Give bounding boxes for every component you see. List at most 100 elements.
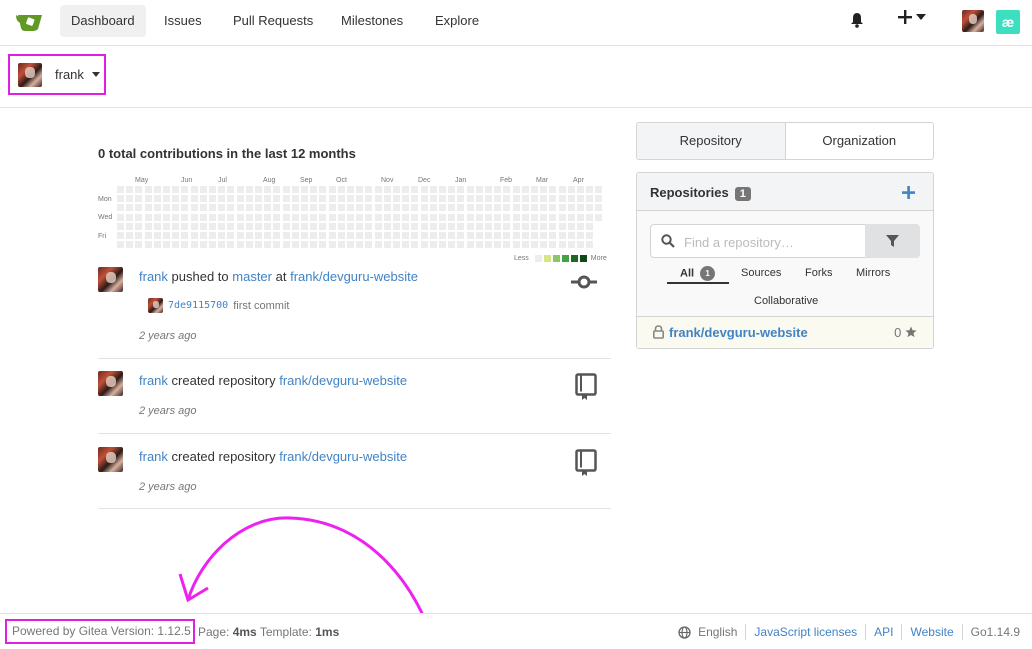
heatmap-cell [190, 186, 198, 193]
tab-organization[interactable]: Organization [786, 123, 934, 159]
feed-user-link[interactable]: frank [139, 373, 168, 388]
feed-user-link[interactable]: frank [139, 449, 168, 464]
heatmap-cell [199, 222, 207, 230]
context-switcher[interactable]: frank [8, 54, 106, 95]
filter-tab-mirrors[interactable]: Mirrors [856, 267, 890, 279]
divider [98, 433, 611, 434]
heatmap-cell [448, 232, 456, 239]
heatmap-cell [163, 222, 170, 230]
powered-by-text: Powered by Gitea Version: 1.12.5 [5, 619, 195, 644]
repos-title: Repositories [650, 185, 729, 200]
nav-explore[interactable]: Explore [424, 5, 490, 37]
heatmap-cell [153, 204, 161, 212]
heatmap-cell [236, 232, 244, 239]
heatmap-month: Feb [500, 177, 513, 184]
heatmap-cell [586, 195, 594, 203]
nav-issues[interactable]: Issues [153, 5, 213, 37]
avatar[interactable] [98, 267, 123, 292]
heatmap-cell [135, 232, 143, 239]
heatmap-cell [153, 195, 161, 203]
feed-at: at [275, 269, 287, 284]
heatmap-cell [577, 204, 584, 212]
heatmap-cell [126, 186, 134, 193]
gitea-logo-icon[interactable] [16, 10, 44, 32]
api-link[interactable]: API [874, 625, 893, 639]
website-link[interactable]: Website [910, 625, 953, 639]
filter-tab-forks[interactable]: Forks [805, 267, 833, 279]
heatmap-cell [374, 213, 382, 221]
js-licenses-link[interactable]: JavaScript licenses [754, 625, 857, 639]
heatmap-cell [218, 204, 226, 212]
heatmap-cell [586, 241, 594, 249]
heatmap-cell [374, 186, 382, 193]
nav-dashboard[interactable]: Dashboard [60, 5, 146, 37]
repo-link[interactable]: frank/devguru-website [669, 325, 808, 340]
heatmap-cell [475, 241, 483, 249]
feed-repo-link[interactable]: frank/devguru-website [279, 373, 407, 388]
heatmap-day: Mon [98, 196, 112, 203]
feed-repo-link[interactable]: frank/devguru-website [279, 449, 407, 464]
avatar[interactable] [98, 371, 123, 396]
tab-repository[interactable]: Repository [637, 123, 786, 159]
heatmap-cell [567, 232, 575, 239]
heatmap-cell [126, 204, 134, 212]
heatmap-cell [549, 213, 557, 221]
filter-tab-all[interactable]: All 1 [680, 266, 716, 281]
heatmap-cell [466, 213, 474, 221]
repo-search-input[interactable]: Find a repository… [650, 224, 866, 258]
heatmap-cell [374, 232, 382, 239]
nav-milestones[interactable]: Milestones [330, 5, 414, 37]
heatmap-cell [531, 241, 538, 249]
heatmap-cell [439, 186, 446, 193]
heatmap-cell [429, 204, 437, 212]
heatmap-cell [172, 186, 180, 193]
filter-tab-collaborative[interactable]: Collaborative [754, 295, 818, 307]
heatmap-cell [236, 241, 244, 249]
feed-branch-link[interactable]: master [232, 269, 272, 284]
heatmap-cell [264, 222, 272, 230]
heatmap-cell [301, 204, 308, 212]
avatar [148, 298, 163, 313]
create-menu[interactable] [898, 10, 926, 24]
heatmap-cell [494, 186, 502, 193]
add-repo-button[interactable] [902, 186, 915, 199]
language-menu[interactable]: English [678, 625, 737, 639]
avatar[interactable] [98, 447, 123, 472]
heatmap-cell [411, 186, 419, 193]
heatmap-cell [512, 186, 520, 193]
feed-repo-link[interactable]: frank/devguru-website [290, 269, 418, 284]
heatmap-legend: Less More [514, 255, 607, 262]
heatmap-cell [172, 232, 180, 239]
heatmap-cell [273, 195, 281, 203]
heatmap-cell [163, 195, 170, 203]
heatmap-cell [457, 241, 465, 249]
heatmap-cell [163, 232, 170, 239]
feed-user-link[interactable]: frank [139, 269, 168, 284]
heatmap-cell [301, 222, 308, 230]
filter-tab-sources[interactable]: Sources [741, 267, 781, 279]
heatmap-cell [291, 186, 299, 193]
app-icon[interactable]: æ [996, 10, 1020, 34]
heatmap-cell [126, 232, 134, 239]
heatmap-cell [347, 204, 354, 212]
repo-list-item[interactable]: frank/devguru-website 0 [637, 317, 933, 348]
filter-button[interactable] [865, 224, 920, 258]
heatmap-cell [393, 222, 400, 230]
bell-icon[interactable] [850, 12, 864, 28]
heatmap-cell [199, 241, 207, 249]
heatmap-cell [402, 241, 410, 249]
commit-sha-link[interactable]: 7de9115700 [168, 300, 228, 311]
commit-entry: 7de9115700 first commit [148, 298, 289, 313]
heatmap-cell [245, 232, 253, 239]
nav-pull-requests[interactable]: Pull Requests [222, 5, 324, 37]
heatmap-cell [181, 222, 189, 230]
user-avatar[interactable] [962, 10, 984, 32]
heatmap-cell [485, 195, 492, 203]
heatmap-cell [310, 222, 318, 230]
heatmap-cell [540, 222, 548, 230]
feed-time: 2 years ago [139, 481, 197, 493]
heatmap-cell [448, 186, 456, 193]
heatmap-cell [209, 232, 216, 239]
chevron-down-icon [91, 72, 100, 77]
heatmap-cell [429, 213, 437, 221]
